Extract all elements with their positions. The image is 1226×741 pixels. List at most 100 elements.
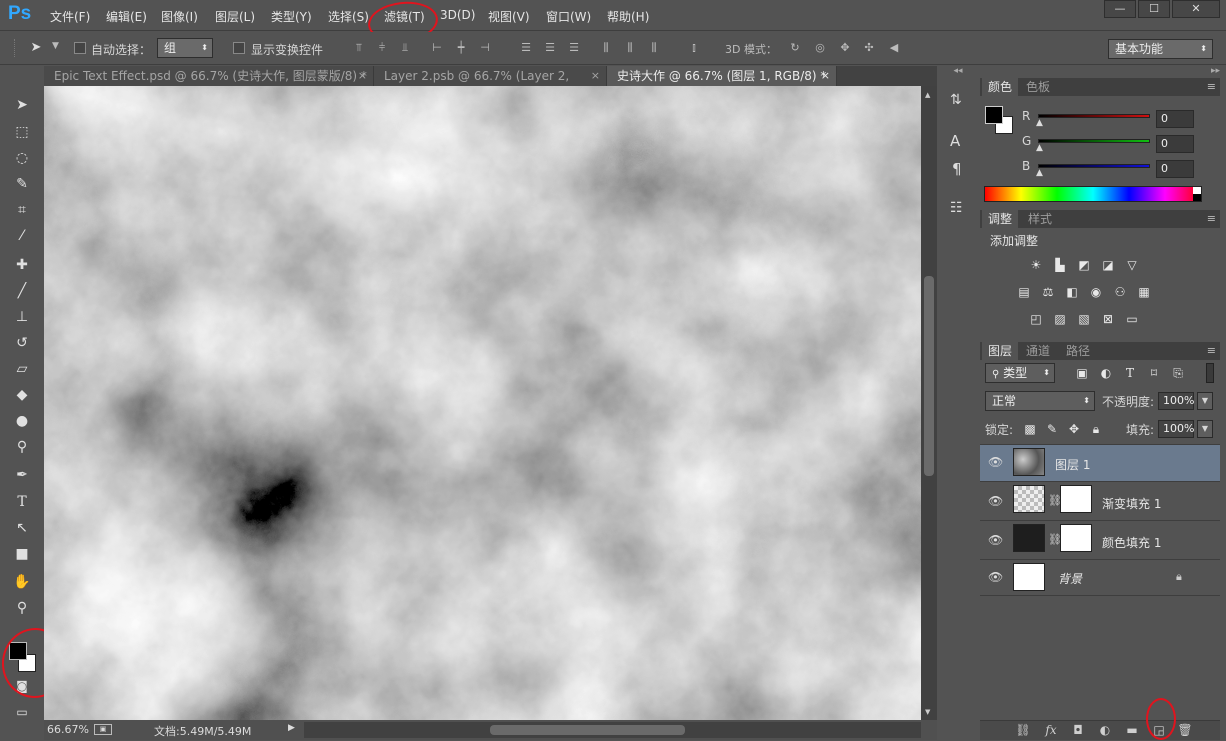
blur-tool-icon[interactable]: ●	[12, 411, 32, 431]
channel-mixer-icon[interactable]: ⚇	[1112, 285, 1128, 299]
color-balance-icon[interactable]: ⚖	[1040, 285, 1056, 299]
layer-name[interactable]: 背景	[1058, 570, 1082, 587]
visibility-eye-icon[interactable]: 👁︎	[988, 570, 1003, 584]
tab-close-icon[interactable]: ×	[358, 66, 367, 86]
color-lookup-icon[interactable]: ▦	[1136, 285, 1152, 299]
distribute-bottom-icon[interactable]: ☰	[567, 41, 581, 55]
layer-row-gradient-fill[interactable]: 👁︎ ⛓ 渐变填充 1	[980, 482, 1220, 521]
align-right-icon[interactable]: ⊣	[478, 41, 492, 55]
fill-chevron-icon[interactable]: ▼	[1197, 420, 1213, 438]
new-group-folder-icon[interactable]: ▬	[1123, 721, 1141, 739]
channel-g-slider[interactable]	[1038, 139, 1150, 143]
menu-3d[interactable]: 3D(D)	[440, 8, 475, 22]
channel-r-input[interactable]: 0	[1156, 110, 1194, 128]
minimize-button[interactable]: —	[1104, 0, 1136, 18]
visibility-eye-icon[interactable]: 👁︎	[988, 533, 1003, 547]
tab-epic-text-effect[interactable]: Epic Text Effect.psd @ 66.7% (史诗大作, 图层蒙版…	[44, 66, 374, 86]
crop-tool-icon[interactable]: ⌗	[12, 200, 32, 220]
hand-tool-icon[interactable]: ✋	[12, 572, 32, 592]
grip-handle[interactable]	[14, 39, 16, 57]
properties-panel-icon[interactable]: ☷	[950, 200, 963, 216]
posterize-icon[interactable]: ▨	[1052, 312, 1068, 326]
path-select-tool-icon[interactable]: ↖	[12, 518, 32, 538]
3d-rotate-icon[interactable]: ↻	[788, 41, 802, 55]
close-button[interactable]: ✕	[1172, 0, 1220, 18]
channel-r-slider[interactable]	[1038, 114, 1150, 118]
photo-filter-icon[interactable]: ◉	[1088, 285, 1104, 299]
threshold-icon[interactable]: ▧	[1076, 312, 1092, 326]
panel-menu-icon[interactable]: ≡	[1207, 212, 1216, 225]
align-top-icon[interactable]: ⫪	[352, 41, 366, 55]
healing-brush-tool-icon[interactable]: ✚	[12, 255, 32, 275]
blend-mode-dropdown[interactable]: 正常 ⬍	[985, 391, 1095, 411]
eraser-tool-icon[interactable]: ▱	[12, 359, 32, 379]
status-menu-arrow-icon[interactable]: ▶	[288, 723, 295, 733]
tab-styles[interactable]: 样式	[1022, 210, 1058, 228]
layer-row-layer1[interactable]: 👁︎ 图层 1	[980, 445, 1220, 482]
channel-b-slider[interactable]	[1038, 164, 1150, 168]
layer-row-color-fill[interactable]: 👁︎ ⛓ 颜色填充 1	[980, 521, 1220, 560]
distribute-hcenter-icon[interactable]: ⫼	[623, 41, 637, 55]
new-adjustment-icon[interactable]: ◐	[1096, 721, 1114, 739]
move-tool-icon[interactable]: ➤	[25, 41, 47, 55]
dodge-tool-icon[interactable]: ⚲	[12, 437, 32, 457]
lock-all-icon[interactable]: 🔒︎	[1088, 422, 1104, 436]
h-scrollbar-thumb[interactable]	[490, 725, 685, 735]
scroll-up-icon[interactable]: ▲	[925, 91, 930, 99]
panel-menu-icon[interactable]: ≡	[1207, 344, 1216, 357]
menu-help[interactable]: 帮助(H)	[607, 8, 649, 25]
hue-saturation-icon[interactable]: ▤	[1016, 285, 1032, 299]
distribute-top-icon[interactable]: ☰	[519, 41, 533, 55]
expand-right-icon[interactable]: ▸▸	[1211, 66, 1220, 76]
tab-paths[interactable]: 路径	[1060, 342, 1096, 360]
zoom-tool-icon[interactable]: ⚲	[12, 598, 32, 618]
tab-channels[interactable]: 通道	[1020, 342, 1056, 360]
menu-view[interactable]: 视图(V)	[488, 8, 530, 25]
clone-stamp-tool-icon[interactable]: ⊥	[12, 307, 32, 327]
menu-image[interactable]: 图像(I)	[161, 8, 198, 25]
black-white-icon[interactable]: ◧	[1064, 285, 1080, 299]
layer-row-background[interactable]: 👁︎ 背景 🔒︎	[980, 560, 1220, 596]
panel-menu-icon[interactable]: ≡	[1207, 80, 1216, 93]
rectangle-tool-icon[interactable]: ■	[12, 544, 32, 564]
marquee-tool-icon[interactable]: ⬚	[12, 122, 32, 142]
selective-color-icon[interactable]: ⊠	[1100, 312, 1116, 326]
canvas-vertical-scrollbar[interactable]: ▲ ▼	[921, 86, 937, 720]
align-bottom-icon[interactable]: ⫫	[398, 41, 412, 55]
lock-position-icon[interactable]: ✥	[1066, 422, 1082, 436]
add-mask-icon[interactable]: ◘	[1069, 721, 1087, 739]
type-tool-icon[interactable]: T	[12, 492, 32, 512]
filter-shape-icon[interactable]: ⌑	[1146, 366, 1162, 380]
channel-g-handle-icon[interactable]: ▲	[1036, 143, 1043, 153]
visibility-eye-icon[interactable]: 👁︎	[988, 494, 1003, 508]
show-transform-checkbox[interactable]	[233, 42, 245, 54]
screen-mode-icon[interactable]: ▭	[12, 702, 32, 722]
fg-color-swatch[interactable]	[985, 106, 1003, 124]
levels-icon[interactable]: ▙	[1052, 258, 1068, 272]
document-profile-icon[interactable]: ▣	[94, 724, 112, 735]
move-tool-icon[interactable]: ➤	[12, 95, 32, 115]
distribute-vcenter-icon[interactable]: ☰	[543, 41, 557, 55]
3d-slide-icon[interactable]: ✣	[862, 41, 876, 55]
history-brush-tool-icon[interactable]: ↺	[12, 333, 32, 353]
align-left-icon[interactable]: ⊢	[430, 41, 444, 55]
invert-icon[interactable]: ◰	[1028, 312, 1044, 326]
layer-name[interactable]: 颜色填充 1	[1102, 534, 1161, 551]
lasso-tool-icon[interactable]: ◌	[12, 148, 32, 168]
distribute-right-icon[interactable]: ⫼	[647, 41, 661, 55]
tab-layers[interactable]: 图层	[982, 342, 1019, 360]
align-vcenter-icon[interactable]: ⫩	[375, 41, 389, 55]
menu-edit[interactable]: 编辑(E)	[106, 8, 147, 25]
paint-bucket-tool-icon[interactable]: ◆	[12, 385, 32, 405]
lock-transparent-icon[interactable]: ▩	[1022, 422, 1038, 436]
maximize-button[interactable]: ☐	[1138, 0, 1170, 18]
fx-icon[interactable]: fx	[1042, 721, 1060, 739]
eyedropper-tool-icon[interactable]: ⁄	[12, 226, 32, 246]
delete-trash-icon[interactable]: 🗑︎	[1176, 721, 1194, 739]
scrollbar-thumb[interactable]	[924, 276, 934, 476]
tab-adjustments[interactable]: 调整	[982, 210, 1019, 228]
quick-select-tool-icon[interactable]: ✎	[12, 174, 32, 194]
auto-align-icon[interactable]: ⫾	[687, 41, 701, 55]
history-panel-icon[interactable]: ⇅	[950, 92, 962, 108]
brush-tool-icon[interactable]: ╱	[12, 281, 32, 301]
